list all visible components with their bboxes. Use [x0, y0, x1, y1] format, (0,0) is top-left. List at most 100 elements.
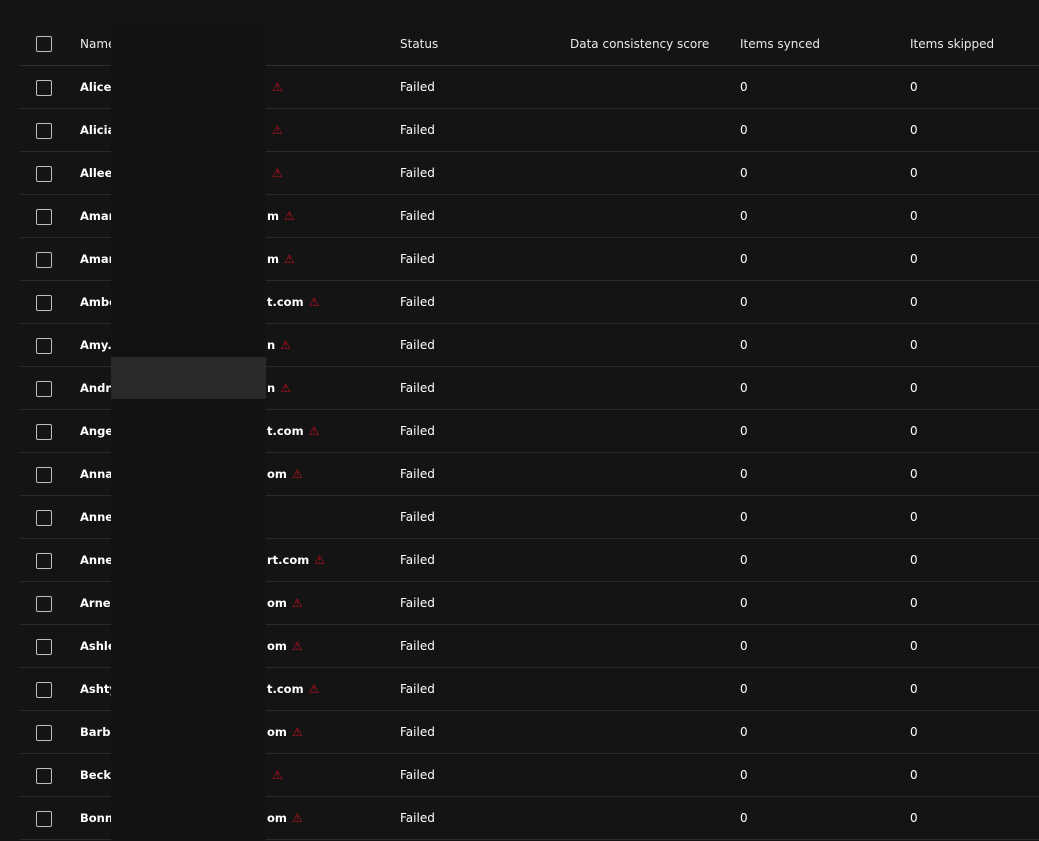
row-checkbox[interactable] [36, 381, 52, 397]
name-cell[interactable]: Alleen ⚠ [80, 152, 283, 194]
items-synced-cell: 0 [740, 811, 748, 825]
row-checkbox[interactable] [36, 338, 52, 354]
name-cell[interactable]: Amy.D n ⚠ [80, 324, 291, 366]
name-cell[interactable]: Ashty t.com ⚠ [80, 668, 319, 710]
name-prefix: Aman [80, 209, 111, 223]
warning-triangle-icon: ⚠ [308, 295, 320, 309]
name-suffix: om [267, 639, 287, 653]
row-checkbox[interactable] [36, 510, 52, 526]
row-checkbox[interactable] [36, 166, 52, 182]
name-cell[interactable]: Ambe t.com ⚠ [80, 281, 319, 323]
name-cell[interactable]: Aman m ⚠ [80, 238, 295, 280]
name-suffix: m [267, 209, 279, 223]
row-checkbox[interactable] [36, 80, 52, 96]
warning-triangle-icon: ⚠ [283, 252, 295, 266]
row-checkbox[interactable] [36, 123, 52, 139]
name-suffix: om [267, 467, 287, 481]
name-suffix: m [267, 252, 279, 266]
warning-triangle-icon: ⚠ [272, 80, 283, 94]
name-prefix: Arnec [80, 596, 111, 610]
name-prefix: Becky [80, 768, 111, 782]
name-cell[interactable]: Ashley om ⚠ [80, 625, 303, 667]
name-cell[interactable]: Alicia. ⚠ [80, 109, 283, 151]
row-checkbox[interactable] [36, 467, 52, 483]
status-cell: Failed [400, 381, 435, 395]
redaction-highlight [111, 357, 266, 399]
column-header-score[interactable]: Data consistency score [570, 22, 709, 66]
redaction-block [111, 22, 266, 841]
items-skipped-cell: 0 [910, 166, 918, 180]
row-checkbox[interactable] [36, 424, 52, 440]
warning-triangle-icon: ⚠ [291, 467, 303, 481]
warning-triangle-icon: ⚠ [308, 682, 320, 696]
name-cell[interactable]: Becky ⚠ [80, 754, 283, 796]
row-checkbox[interactable] [36, 209, 52, 225]
column-header-items-synced[interactable]: Items synced [740, 22, 820, 66]
status-cell: Failed [400, 553, 435, 567]
row-checkbox[interactable] [36, 725, 52, 741]
row-checkbox[interactable] [36, 295, 52, 311]
warning-triangle-icon: ⚠ [272, 123, 283, 137]
items-skipped-cell: 0 [910, 811, 918, 825]
row-checkbox[interactable] [36, 768, 52, 784]
name-suffix: n [267, 338, 276, 352]
row-checkbox[interactable] [36, 682, 52, 698]
status-cell: Failed [400, 725, 435, 739]
name-cell[interactable]: Angel t.com ⚠ [80, 410, 319, 452]
name-cell[interactable]: Barba om ⚠ [80, 711, 303, 753]
items-skipped-cell: 0 [910, 682, 918, 696]
row-checkbox[interactable] [36, 553, 52, 569]
items-synced-cell: 0 [740, 381, 748, 395]
items-skipped-cell: 0 [910, 295, 918, 309]
items-skipped-cell: 0 [910, 252, 918, 266]
status-cell: Failed [400, 80, 435, 94]
status-cell: Failed [400, 596, 435, 610]
items-synced-cell: 0 [740, 682, 748, 696]
name-suffix: om [267, 725, 287, 739]
items-skipped-cell: 0 [910, 338, 918, 352]
name-cell[interactable]: Annet rt.com ⚠ [80, 539, 325, 581]
name-prefix: Bonni [80, 811, 111, 825]
name-suffix: t.com [267, 295, 304, 309]
name-cell[interactable]: Alice.S ⚠ [80, 66, 283, 108]
row-checkbox[interactable] [36, 596, 52, 612]
column-header-status[interactable]: Status [400, 22, 438, 66]
warning-triangle-icon: ⚠ [280, 338, 291, 352]
status-cell: Failed [400, 166, 435, 180]
warning-triangle-icon: ⚠ [314, 553, 326, 567]
items-skipped-cell: 0 [910, 80, 918, 94]
status-cell: Failed [400, 467, 435, 481]
status-cell: Failed [400, 510, 435, 524]
items-synced-cell: 0 [740, 510, 748, 524]
items-synced-cell: 0 [740, 768, 748, 782]
name-prefix: Anne. [80, 510, 111, 524]
items-synced-cell: 0 [740, 424, 748, 438]
name-cell[interactable]: Arnec om ⚠ [80, 582, 303, 624]
name-prefix: Aman [80, 252, 111, 266]
name-prefix: Andre [80, 381, 111, 395]
name-cell[interactable]: Aman m ⚠ [80, 195, 295, 237]
items-skipped-cell: 0 [910, 467, 918, 481]
name-prefix: Alice.S [80, 80, 111, 94]
name-cell[interactable]: Andre n ⚠ [80, 367, 291, 409]
row-checkbox[interactable] [36, 639, 52, 655]
name-suffix: om [267, 596, 287, 610]
name-cell[interactable]: Anne. [80, 496, 111, 538]
items-skipped-cell: 0 [910, 639, 918, 653]
items-synced-cell: 0 [740, 80, 748, 94]
name-prefix: Angel [80, 424, 111, 438]
row-checkbox[interactable] [36, 811, 52, 827]
row-checkbox[interactable] [36, 252, 52, 268]
status-cell: Failed [400, 639, 435, 653]
name-suffix: rt.com [267, 553, 310, 567]
items-synced-cell: 0 [740, 338, 748, 352]
name-cell[interactable]: Anna. om ⚠ [80, 453, 303, 495]
warning-triangle-icon: ⚠ [280, 381, 291, 395]
select-all-checkbox[interactable] [36, 36, 52, 52]
column-header-items-skipped[interactable]: Items skipped [910, 22, 994, 66]
warning-triangle-icon: ⚠ [291, 596, 303, 610]
name-cell[interactable]: Bonni om ⚠ [80, 797, 303, 839]
status-cell: Failed [400, 811, 435, 825]
items-skipped-cell: 0 [910, 768, 918, 782]
items-synced-cell: 0 [740, 252, 748, 266]
